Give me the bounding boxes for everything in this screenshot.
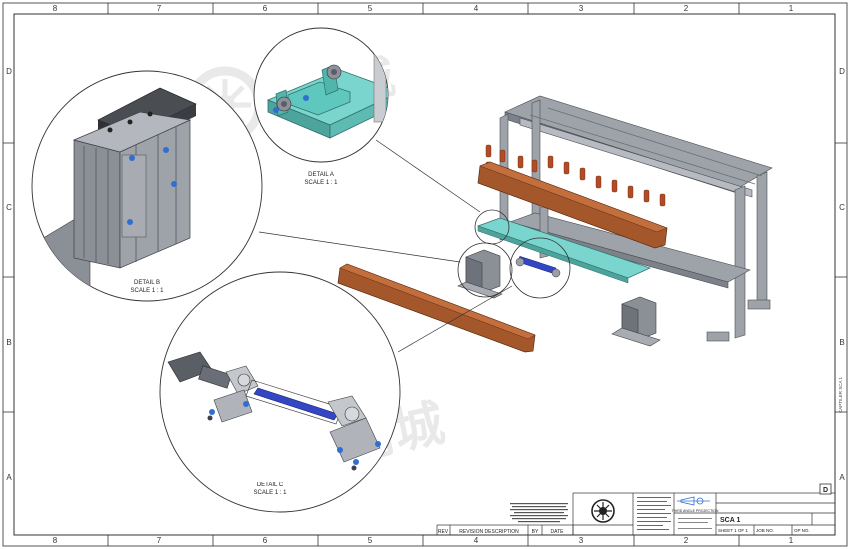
roller: [518, 156, 523, 168]
zone-label: 4: [474, 4, 479, 13]
zone-label: D: [839, 67, 845, 76]
zone-label: 2: [684, 536, 689, 545]
zone-label: 6: [263, 536, 268, 545]
zone-label: 1: [789, 536, 794, 545]
detail-b-view: DETAIL B SCALE 1 : 1: [32, 71, 262, 301]
projection-symbol-icon: [677, 497, 710, 505]
zone-label: 2: [684, 4, 689, 13]
roller: [644, 190, 649, 202]
side-label: CAPTILER SCA 1: [838, 376, 843, 413]
zone-label: 7: [157, 536, 162, 545]
main-assembly: [338, 96, 772, 352]
zone-label: 1: [789, 4, 794, 13]
job-no-label: JOB NO.: [756, 528, 774, 533]
detail-b-scale: SCALE 1 : 1: [130, 288, 164, 294]
small-notes: [678, 518, 712, 529]
sheet-label: SHEET 1 OF 1: [718, 528, 748, 533]
rev-header: REV: [438, 529, 449, 535]
detail-c-title: DETAIL C: [257, 482, 284, 488]
op-no-label: OP NO.: [794, 528, 810, 533]
zone-label: 7: [157, 4, 162, 13]
zone-label: 3: [579, 4, 584, 13]
zone-label: D: [6, 67, 12, 76]
drawing-title: SCA 1: [720, 517, 740, 524]
roller: [628, 186, 633, 198]
date-header: DATE: [551, 529, 565, 535]
zone-label: A: [6, 473, 12, 482]
roller: [660, 194, 665, 206]
revision-description-header: REVISION DESCRIPTION: [459, 529, 519, 535]
right-zone-labels: D C B A: [839, 67, 845, 482]
small-cylinder: [516, 256, 560, 277]
detail-a-title: DETAIL A: [308, 172, 334, 178]
drawing-sheet: 8 7 6 5 4 3 2 1 8 7 6 5 4 3 2 1 D C B A …: [0, 0, 850, 549]
guide-block-loose: [612, 297, 660, 346]
left-zone-labels: D C B A: [6, 67, 12, 482]
detail-b-title: DETAIL B: [134, 280, 160, 286]
zone-label: 8: [53, 536, 58, 545]
company-logo-icon: [592, 500, 614, 522]
zone-label: 6: [263, 4, 268, 13]
roller: [580, 168, 585, 180]
tolerance-notes: [637, 497, 671, 530]
zone-label: C: [6, 203, 12, 212]
detail-c-scale: SCALE 1 : 1: [253, 490, 287, 496]
detail-a-scale: SCALE 1 : 1: [304, 180, 338, 186]
projection-label: THIRD ANGLE PROJECTION: [672, 509, 719, 513]
roller: [596, 176, 601, 188]
roller: [500, 150, 505, 162]
zone-label: 5: [368, 536, 373, 545]
zone-label: 4: [474, 536, 479, 545]
zone-label: 5: [368, 4, 373, 13]
by-header: BY: [532, 529, 539, 535]
zone-label: C: [839, 203, 845, 212]
detail-c-view: DETAIL C SCALE 1 : 1: [160, 272, 400, 512]
guide-block: [458, 250, 502, 298]
roller: [564, 162, 569, 174]
notes-block: [510, 503, 568, 522]
zone-label: A: [839, 473, 845, 482]
roller: [486, 145, 491, 157]
roller: [532, 160, 537, 172]
zone-label: 3: [579, 536, 584, 545]
zone-label: B: [839, 338, 844, 347]
zone-label: B: [6, 338, 11, 347]
roller: [548, 156, 553, 168]
roller: [612, 180, 617, 192]
size-letter: D: [823, 487, 828, 494]
zone-label: 8: [53, 4, 58, 13]
